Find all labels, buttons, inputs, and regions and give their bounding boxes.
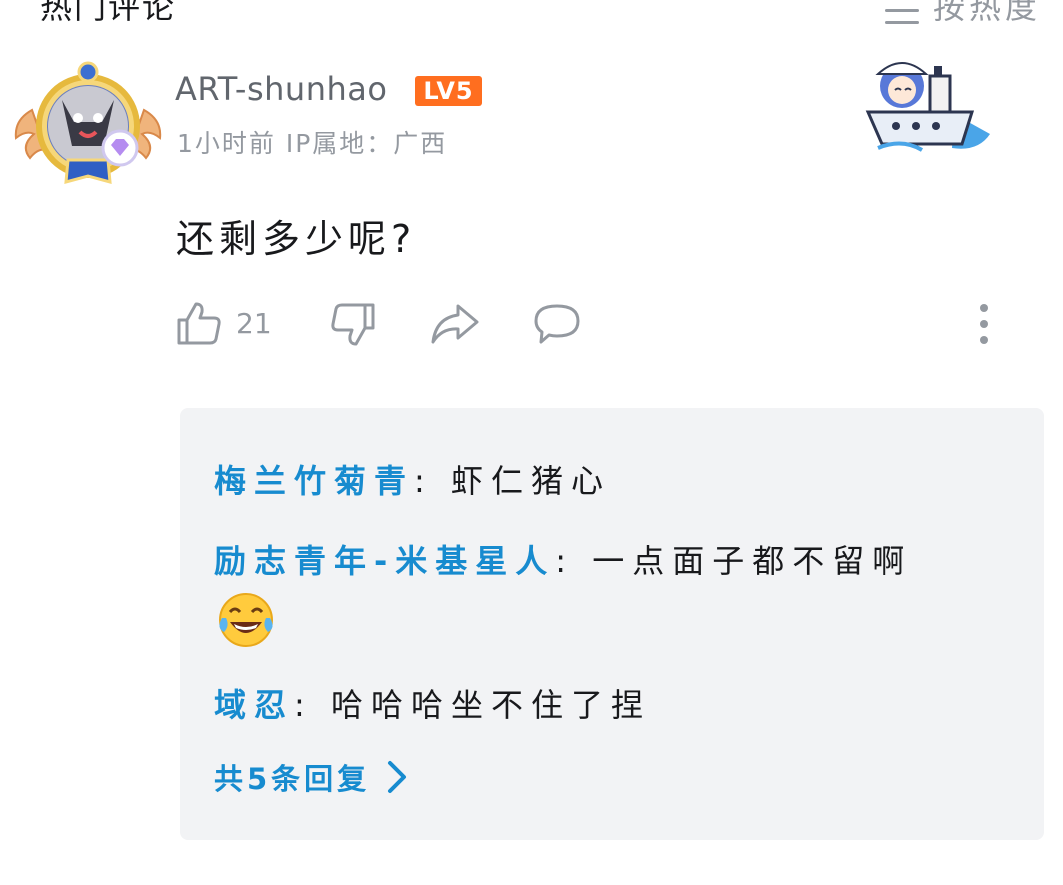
ip-location: IP属地：广西	[285, 129, 448, 158]
like-count: 21	[236, 306, 272, 340]
more-replies-label: 共5条回复	[214, 762, 371, 796]
level-badge: LV5	[415, 76, 482, 106]
avatar[interactable]	[12, 60, 164, 188]
more-options-icon	[980, 304, 988, 344]
comment-username[interactable]: ART-shunhao	[175, 70, 387, 108]
replies-box: 梅兰竹菊青: 虾仁猪心 励志青年-米基星人: 一点面子都不留啊 域忍: 哈哈哈坐…	[180, 408, 1044, 840]
reply-text: 虾仁猪心	[450, 462, 611, 500]
dislike-icon	[331, 303, 375, 346]
laughing-tears-emoji	[219, 593, 273, 647]
share-button[interactable]	[430, 302, 480, 346]
reply-username[interactable]: 域忍	[214, 686, 294, 724]
chevron-right-icon	[388, 761, 407, 793]
section-title: 热门评论	[40, 0, 177, 26]
comment-text: 还剩多少呢?	[176, 217, 417, 261]
decoration-sticker	[862, 52, 994, 156]
comment-meta: 1小时前 IP属地：广西	[177, 124, 447, 160]
comment-time: 1小时前	[177, 129, 276, 158]
more-options-button[interactable]	[976, 304, 992, 344]
menu-icon	[884, 0, 919, 25]
reply-item[interactable]: 梅兰竹菊青: 虾仁猪心	[214, 456, 611, 502]
ship-character-icon	[865, 62, 990, 152]
sort-toggle[interactable]: 按热度	[884, 0, 1041, 28]
comment-actions: 21	[0, 296, 1063, 356]
like-button[interactable]: 21	[176, 300, 272, 346]
like-icon	[177, 302, 221, 345]
comment-icon	[534, 304, 580, 344]
reply-comment-button[interactable]	[533, 302, 581, 348]
reply-username[interactable]: 梅兰竹菊青	[214, 462, 414, 500]
share-icon	[431, 304, 479, 344]
reply-item[interactable]: 励志青年-米基星人: 一点面子都不留啊	[214, 536, 912, 582]
reply-text: 哈哈哈坐不住了捏	[330, 686, 651, 724]
dislike-button[interactable]	[330, 302, 376, 348]
view-more-replies-link[interactable]: 共5条回复	[214, 756, 408, 798]
reply-text: 一点面子都不留啊	[592, 542, 913, 580]
avatar-frame-icon	[14, 61, 162, 185]
reply-item[interactable]: 域忍: 哈哈哈坐不住了捏	[214, 680, 651, 726]
reply-username[interactable]: 励志青年-米基星人	[214, 542, 555, 580]
sort-label: 按热度	[932, 0, 1041, 26]
